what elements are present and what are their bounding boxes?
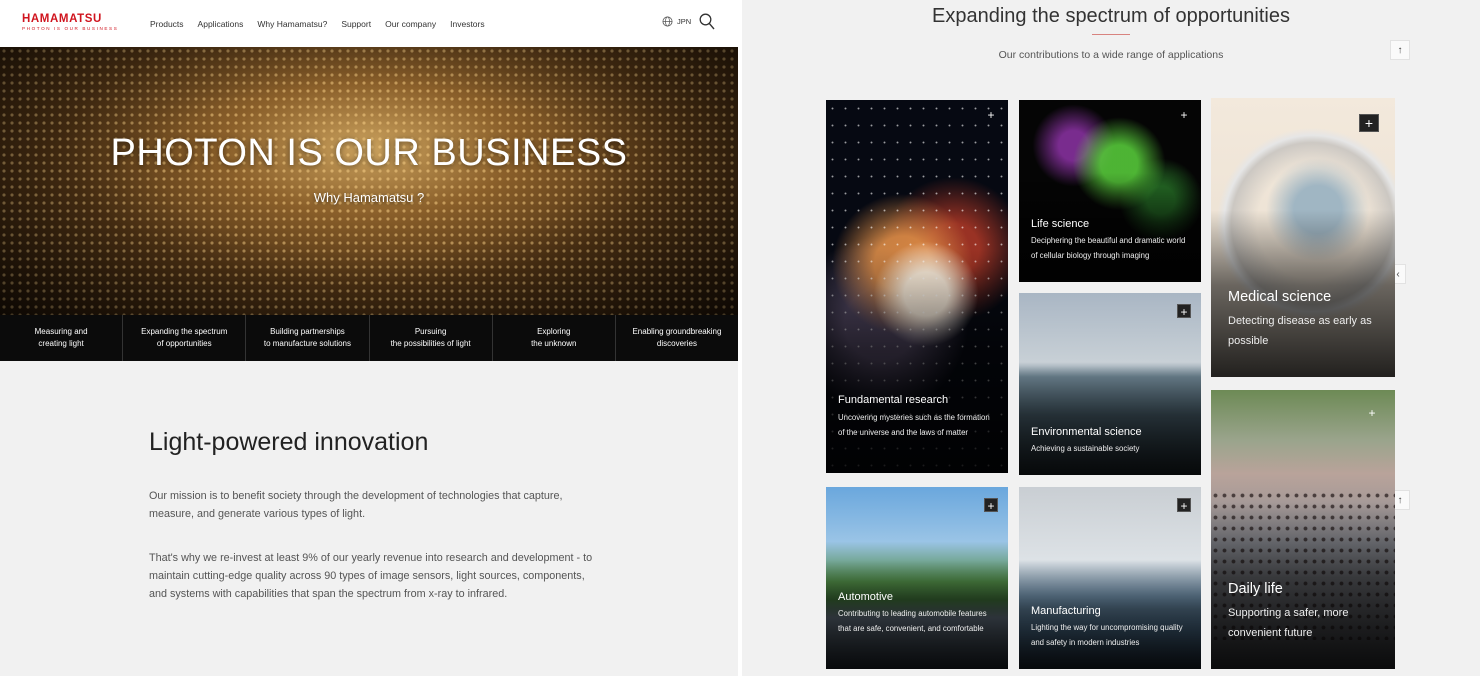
logo-wordmark: HAMAMATSU [22,13,102,25]
card-life-science[interactable]: + Life science Deciphering the beautiful… [1019,100,1201,282]
globe-icon [662,16,673,27]
hero-banner: PHOTON IS OUR BUSINESS Why Hamamatsu ? [0,47,738,315]
card-description: Deciphering the beautiful and dramatic w… [1031,236,1186,260]
card-title: Manufacturing [1031,605,1101,617]
card-description: Supporting a safer, more convenient futu… [1228,607,1349,639]
tab-building-partnerships[interactable]: Building partnerships to manufacture sol… [246,315,370,361]
home-panel: HAMAMATSU PHOTON IS OUR BUSINESS Product… [0,0,738,676]
nav-our-company[interactable]: Our company [385,19,436,29]
language-switch[interactable]: JPN [662,16,691,27]
hamamatsu-logo[interactable]: HAMAMATSU PHOTON IS OUR BUSINESS [22,13,118,32]
plus-icon[interactable]: + [1365,406,1379,420]
card-title: Environmental science [1031,426,1142,438]
investment-paragraph: That's why we re-invest at least 9% of o… [149,552,593,600]
main-nav: Products Applications Why Hamamatsu? Sup… [150,0,499,47]
card-description: Contributing to leading automobile featu… [838,609,987,633]
tab-label: Enabling groundbreaking discoveries [632,327,722,348]
card-description: Uncovering mysteries such as the formati… [838,413,990,437]
search-icon[interactable] [699,13,715,31]
card-description: Achieving a sustainable society [1031,444,1140,453]
card-title: Automotive [838,591,894,603]
plus-icon[interactable]: + [984,498,998,513]
site-header: HAMAMATSU PHOTON IS OUR BUSINESS Product… [0,0,738,47]
mission-paragraph: Our mission is to benefit society throug… [149,490,563,520]
nav-applications[interactable]: Applications [198,19,244,29]
logo-tagline: PHOTON IS OUR BUSINESS [22,26,119,31]
applications-panel: Expanding the spectrum of opportunities … [742,0,1480,676]
nav-why-hamamatsu[interactable]: Why Hamamatsu? [257,19,327,29]
tab-label: Building partnerships to manufacture sol… [263,327,352,348]
card-description: Detecting disease as early as possible [1228,315,1372,347]
hero-subtitle-link[interactable]: Why Hamamatsu ? [0,190,738,205]
section-tabs: Measuring and creating light Expanding t… [0,315,738,361]
card-description: Lighting the way for uncompromising qual… [1031,623,1183,647]
card-title: Fundamental research [838,394,949,406]
card-manufacturing[interactable]: + Manufacturing Lighting the way for unc… [1019,487,1201,669]
plus-icon[interactable]: + [1177,304,1191,319]
card-medical-science[interactable]: + Medical science Detecting disease as e… [1211,98,1395,377]
tab-label: Pursuing the possibilities of light [390,327,471,348]
card-fundamental-research[interactable]: + Fundamental research Uncovering myster… [826,100,1008,473]
applications-title: Expanding the spectrum of opportunities [932,5,1290,27]
section-title: Light-powered innovation [149,428,429,456]
tab-measuring-creating-light[interactable]: Measuring and creating light [0,315,124,361]
plus-icon[interactable]: + [1359,114,1379,132]
card-title: Life science [1031,218,1090,230]
card-daily-life[interactable]: + Daily life Supporting a safer, more co… [1211,390,1395,669]
plus-icon[interactable]: + [1177,498,1191,513]
arrow-up-icon: ↑ [1397,494,1403,506]
card-automotive[interactable]: + Automotive Contributing to leading aut… [826,487,1008,669]
hero-title: PHOTON IS OUR BUSINESS [110,132,628,174]
card-title: Daily life [1228,581,1283,597]
tab-expanding-spectrum[interactable]: Expanding the spectrum of opportunities [123,315,247,361]
tab-label: Expanding the spectrum of opportunities [141,327,228,348]
plus-icon[interactable]: + [984,108,998,122]
card-title: Medical science [1228,289,1332,305]
nav-investors[interactable]: Investors [450,19,485,29]
hero-vignette [0,47,738,315]
title-underline [1092,34,1130,35]
tab-label: Measuring and creating light [34,327,88,348]
scroll-top-button[interactable]: ↑ [1390,40,1410,60]
card-environmental-science[interactable]: + Environmental science Achieving a sust… [1019,293,1201,475]
tab-pursuing-possibilities[interactable]: Pursuing the possibilities of light [370,315,493,361]
chevron-left-icon: ‹ [1396,268,1400,280]
applications-subtitle: Our contributions to a wide range of app… [998,49,1224,61]
nav-products[interactable]: Products [150,19,184,29]
nav-support[interactable]: Support [341,19,371,29]
card-shade [1019,365,1201,475]
tab-enabling-discoveries[interactable]: Enabling groundbreaking discoveries [616,315,738,361]
plus-icon[interactable]: + [1177,108,1191,122]
tab-exploring-unknown[interactable]: Exploring the unknown [493,315,616,361]
arrow-up-icon: ↑ [1397,44,1403,56]
language-label: JPN [677,17,692,26]
tab-label: Exploring the unknown [531,327,577,348]
